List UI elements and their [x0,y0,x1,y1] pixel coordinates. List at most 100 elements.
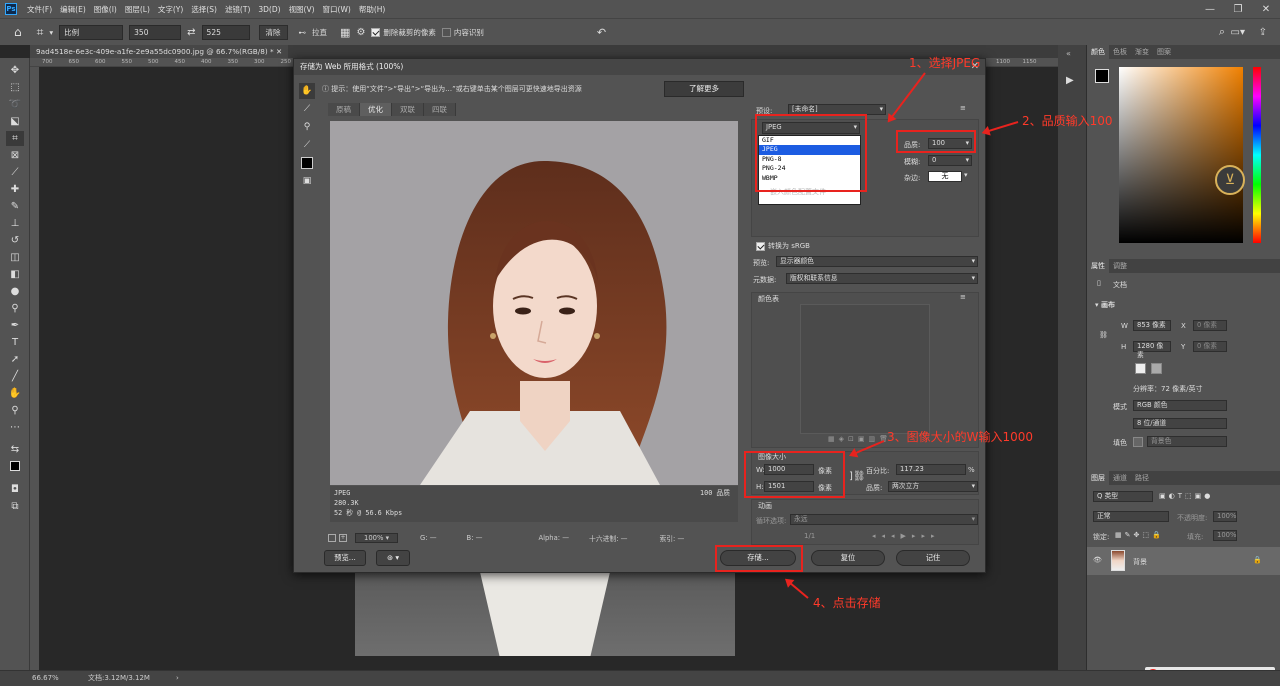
crop-tool-icon[interactable]: ⌗ [37,25,44,40]
document-tab[interactable]: 9ad4518e-6e3c-409e-a1fe-2e9a55dc0900.jpg… [30,45,289,58]
tab-2-up[interactable]: 双联 [392,103,424,116]
hue-slider[interactable] [1253,67,1261,243]
resample-select[interactable]: 两次立方 ▾ [888,481,978,492]
foreground-swatch[interactable] [1095,69,1109,83]
link-icon[interactable]: ⛓ [1099,331,1108,339]
canvas-height-field[interactable]: 1280 像素 [1133,341,1171,359]
link-dimensions-icon[interactable]: ]⛓ [849,471,866,482]
color-table-grid[interactable] [800,304,930,434]
matte-field[interactable]: 无 [928,171,962,182]
chevron-down-icon[interactable]: ▾ [49,28,53,37]
blur-field[interactable]: 0 ▾ [928,155,972,166]
learn-more-button[interactable]: 了解更多 [664,81,744,97]
tab-adjustments[interactable]: 调整 [1109,259,1131,273]
portrait-icon[interactable] [1135,363,1146,374]
content-aware-checkbox[interactable]: 内容识别 [441,27,484,38]
move-tool-icon[interactable]: ✥ [6,63,24,78]
type-tool-icon[interactable]: T [6,335,24,350]
visibility-eye-icon[interactable]: 👁 [1093,556,1102,564]
play-icon[interactable]: ▶ [1066,75,1074,86]
menu-window[interactable]: 窗口(W) [319,4,355,15]
pen-tool-icon[interactable]: ✒ [6,318,24,333]
history-brush-icon[interactable]: ↺ [6,233,24,248]
zoom-select[interactable]: 100% ▾ [355,533,399,543]
menu-layer[interactable]: 图层(L) [121,4,154,15]
eyedropper-tool-icon[interactable]: ⟋ [6,165,24,180]
clear-button[interactable]: 清除 [258,24,288,40]
remember-button[interactable]: 记住 [896,550,970,566]
zoom-icon[interactable]: ⚲ [299,119,315,135]
swap-icon[interactable]: ⇄ [187,27,195,38]
matte-chevron-icon[interactable]: ▾ [964,171,968,179]
image-preview[interactable] [330,121,738,485]
brush-tool-icon[interactable]: ✎ [6,199,24,214]
object-select-tool-icon[interactable]: ⬕ [6,114,24,129]
eyedropper-icon[interactable]: ⟋ [299,137,315,153]
gradient-tool-icon[interactable]: ◧ [6,267,24,282]
delete-cropped-checkbox[interactable]: 删除裁剪的像素 [371,27,436,38]
lasso-tool-icon[interactable]: ➰ [6,97,24,112]
tab-color[interactable]: 颜色 [1087,45,1109,59]
screen-mode-icon[interactable]: ⧉ [6,499,24,514]
close-icon[interactable]: ✕ [1252,4,1280,15]
layer-row[interactable]: 👁 背景 🔒 [1087,547,1280,575]
tab-swatches[interactable]: 色板 [1109,45,1131,59]
tab-layers[interactable]: 图层 [1087,471,1109,485]
crop-tool-icon[interactable]: ⌗ [6,131,24,146]
convert-srgb-checkbox[interactable]: 转换为 sRGB [756,241,810,251]
zoom-out-icon[interactable] [328,534,336,542]
menu-3d[interactable]: 3D(D) [254,5,284,14]
menu-image[interactable]: 图像(I) [90,4,121,15]
eraser-tool-icon[interactable]: ◫ [6,250,24,265]
maximize-icon[interactable]: ❐ [1224,4,1252,15]
minimize-icon[interactable]: — [1196,4,1224,15]
marquee-tool-icon[interactable]: ⬚ [6,80,24,95]
slice-select-icon[interactable]: ⟋ [299,101,315,117]
stamp-tool-icon[interactable]: ⊥ [6,216,24,231]
tab-paths[interactable]: 路径 [1131,471,1153,485]
reset-button[interactable]: 复位 [811,550,885,566]
zoom-tool-icon[interactable]: ⚲ [6,403,24,418]
tab-4-up[interactable]: 四联 [424,103,456,116]
fill-select[interactable]: 背景色 [1147,436,1227,447]
toggle-slices-icon[interactable]: ▣ [299,173,315,189]
menu-help[interactable]: 帮助(H) [355,4,390,15]
gear-icon[interactable]: ⚙ [356,27,365,38]
menu-edit[interactable]: 编辑(E) [56,4,90,15]
hand-tool-icon[interactable]: ✋ [299,83,315,99]
hand-tool-icon[interactable]: ✋ [6,386,24,401]
browser-preview-button[interactable]: ⊛ ▾ [376,550,410,566]
grid-overlay-icon[interactable]: ▦ [340,26,350,39]
tab-patterns[interactable]: 图案 [1153,45,1175,59]
ratio-select[interactable]: 比例 [59,24,124,40]
color-table-menu-icon[interactable]: ≡ [960,293,966,301]
tab-optimized[interactable]: 优化 [360,103,392,116]
opacity-field[interactable]: 100% [1213,511,1237,522]
zoom-level[interactable]: 66.67% [32,671,59,686]
straighten-icon[interactable]: ⊷ [299,28,307,37]
landscape-icon[interactable] [1151,363,1162,374]
metadata-select[interactable]: 版权和联系信息 ▾ [786,273,978,284]
canvas-width-field[interactable]: 853 像素 [1133,320,1171,331]
eyedropper-color-icon[interactable] [299,155,315,171]
foreground-background-icon[interactable] [6,458,24,473]
layer-filter-icons[interactable]: ▣◐T⬚▣● [1159,492,1213,500]
canvas-x-field[interactable]: 0 像素 [1193,320,1227,331]
crop-height-input[interactable]: 525 [201,24,250,40]
undo-icon[interactable]: ↶ [597,26,606,39]
menu-type[interactable]: 文字(Y) [154,4,187,15]
quick-mask-icon[interactable]: ◘ [6,482,24,497]
lock-icons[interactable]: ▦✎✥⬚🔒 [1115,531,1164,539]
tab-original[interactable]: 原稿 [328,103,360,116]
tab-properties[interactable]: 属性 [1087,259,1109,273]
menu-file[interactable]: 文件(F) [23,4,56,15]
menu-view[interactable]: 视图(V) [285,4,319,15]
swap-colors-icon[interactable]: ⇆ [6,442,24,457]
crop-width-input[interactable]: 350 [129,24,182,40]
frame-tool-icon[interactable]: ⊠ [6,148,24,163]
path-select-tool-icon[interactable]: ➚ [6,352,24,367]
preset-menu-icon[interactable]: ≡ [960,104,966,112]
search-icon[interactable]: ⌕ [1219,25,1225,39]
line-tool-icon[interactable]: ╱ [6,369,24,384]
healing-tool-icon[interactable]: ✚ [6,182,24,197]
